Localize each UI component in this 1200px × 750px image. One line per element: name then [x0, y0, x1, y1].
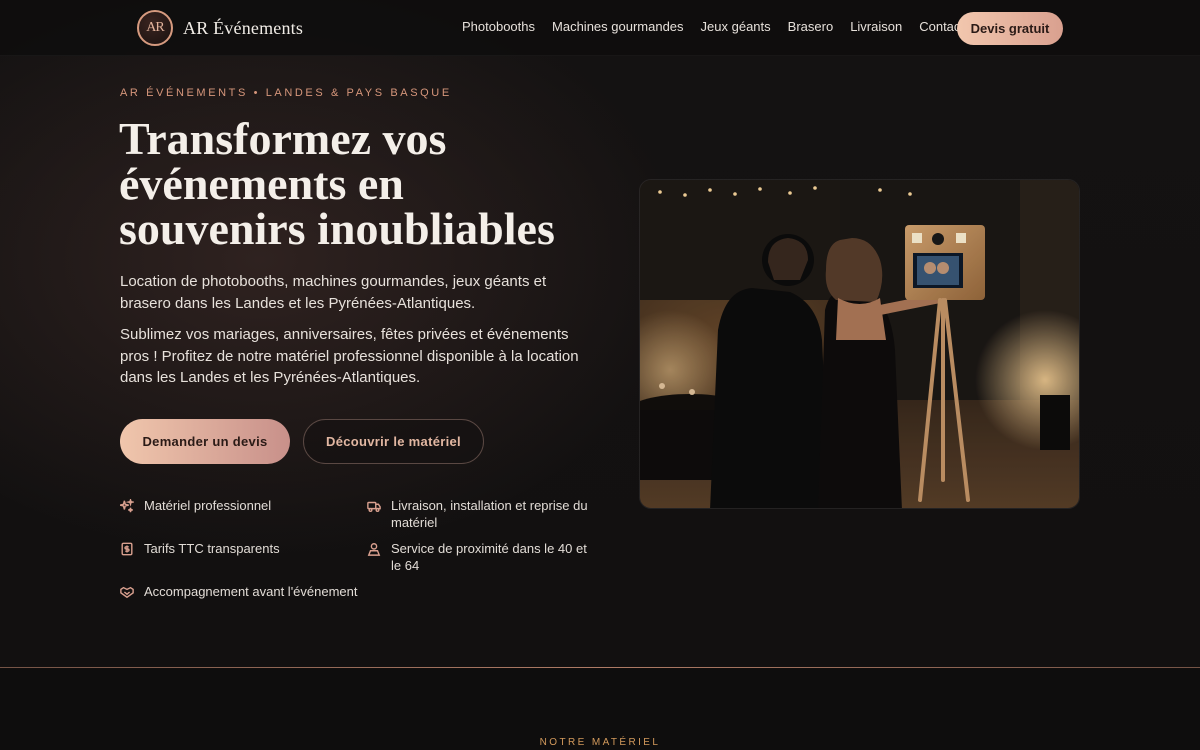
feature-label: Tarifs TTC transparents	[144, 541, 280, 556]
feature-item: Service de proximité dans le 40 et le 64	[367, 540, 599, 574]
receipt-icon	[120, 542, 134, 556]
main-nav: Photobooths Machines gourmandes Jeux géa…	[462, 19, 964, 34]
nav-item-livraison[interactable]: Livraison	[850, 19, 902, 34]
sparkles-icon	[119, 497, 136, 513]
location-person-icon	[367, 542, 381, 556]
equipment-section-eyebrow: NOTRE MATÉRIEL	[539, 737, 661, 748]
nav-item-jeux-geants[interactable]: Jeux géants	[701, 19, 771, 34]
brand-name: AR Événements	[183, 17, 304, 38]
feature-item: Livraison, installation et reprise du ma…	[367, 497, 599, 531]
feature-item: Matériel professionnel	[119, 497, 350, 514]
request-quote-button[interactable]: Demander un devis	[120, 419, 290, 464]
hero-lead-secondary: Sublimez vos mariages, anniversaires, fê…	[120, 326, 579, 386]
feature-label: Accompagnement avant l'événement	[144, 584, 358, 599]
nav-item-machines-gourmandes[interactable]: Machines gourmandes	[552, 19, 684, 34]
feature-item: Tarifs TTC transparents	[120, 540, 350, 557]
hero-eyebrow: AR ÉVÉNEMENTS • LANDES & PAYS BASQUE	[120, 87, 452, 99]
nav-item-brasero[interactable]: Brasero	[788, 19, 834, 34]
hero-lead: Location de photobooths, machines gourma…	[120, 273, 547, 312]
photobooth-scene-illustration	[640, 180, 1079, 508]
feature-label: Matériel professionnel	[144, 498, 272, 513]
hero-photo	[639, 179, 1080, 509]
brand-logo[interactable]: AR AR Événements	[137, 10, 303, 46]
discover-equipment-button[interactable]: Découvrir le matériel	[303, 419, 484, 464]
feature-label: Service de proximité dans le 40 et le 64	[391, 541, 587, 573]
feature-item: Accompagnement avant l'événement	[120, 583, 380, 600]
nav-item-photobooths[interactable]: Photobooths	[462, 19, 535, 34]
hero-title: Transformez vos événements en souvenirs …	[119, 113, 555, 254]
free-quote-button[interactable]: Devis gratuit	[957, 12, 1063, 45]
truck-icon	[367, 499, 381, 513]
handshake-icon	[120, 585, 134, 599]
logo-mark: AR	[137, 10, 173, 46]
site-header: AR AR Événements Photobooths Machines go…	[0, 0, 1200, 56]
feature-label: Livraison, installation et reprise du ma…	[391, 498, 588, 530]
